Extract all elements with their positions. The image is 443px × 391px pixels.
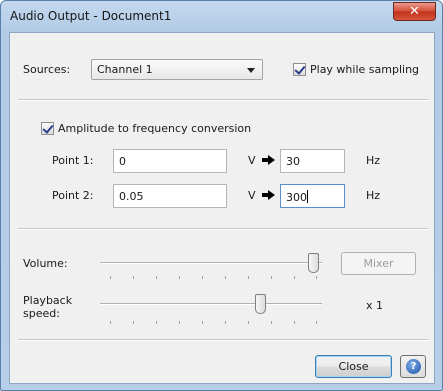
volume-tick: [225, 276, 226, 279]
speed-tick: [110, 321, 111, 324]
point-1-volt-input[interactable]: 0: [113, 149, 227, 173]
title-bar[interactable]: Audio Output - Document1 ✕: [1, 1, 442, 31]
volume-tick: [156, 276, 157, 279]
point-2-hz-value: 300: [286, 191, 307, 204]
dialog-body: Sources: Channel 1 Play while sampling A…: [9, 32, 435, 384]
point-2-hz-input[interactable]: 300: [280, 184, 345, 208]
point-2-volt-unit: V: [248, 189, 256, 202]
close-button[interactable]: Close: [315, 355, 392, 378]
point-2-label: Point 2:: [52, 189, 94, 202]
sources-label: Sources:: [23, 63, 71, 76]
speed-tick: [156, 321, 157, 324]
sources-dropdown[interactable]: Channel 1: [91, 59, 263, 80]
point-1-hz-unit: Hz: [366, 154, 381, 167]
point-2-volt-input[interactable]: 0.05: [113, 184, 227, 208]
separator-top: [18, 99, 428, 101]
speed-tick: [316, 321, 317, 324]
right-arrow-icon: [262, 190, 276, 200]
text-caret: [307, 190, 308, 203]
point-1-hz-value: 30: [286, 155, 300, 168]
speed-tick: [133, 321, 134, 324]
window-title: Audio Output - Document1: [10, 9, 172, 23]
volume-tick: [316, 276, 317, 279]
point-1-label: Point 1:: [52, 154, 94, 167]
point-1-volt-unit: V: [248, 154, 256, 167]
point-2-volt-value: 0.05: [119, 190, 144, 203]
playback-speed-slider-track[interactable]: [100, 303, 322, 305]
playback-label-line1: Playback: [23, 294, 73, 307]
volume-slider-thumb[interactable]: [308, 253, 319, 273]
separator-bottom: [18, 339, 428, 341]
point-1-hz-input[interactable]: 30: [280, 149, 345, 173]
audio-output-dialog: Audio Output - Document1 ✕ Sources: Chan…: [0, 0, 443, 391]
speed-tick: [294, 321, 295, 324]
close-icon: ✕: [409, 4, 420, 19]
window-close-button[interactable]: ✕: [393, 2, 436, 21]
volume-tick: [294, 276, 295, 279]
volume-tick: [271, 276, 272, 279]
playback-speed-multiplier: x 1: [366, 299, 384, 312]
right-arrow-icon: [262, 155, 276, 165]
amplitude-conversion-label[interactable]: Amplitude to frequency conversion: [58, 122, 251, 135]
speed-tick: [271, 321, 272, 324]
sources-selected-value: Channel 1: [97, 63, 153, 76]
speed-tick: [225, 321, 226, 324]
point-1-volt-value: 0: [119, 155, 126, 168]
volume-tick: [202, 276, 203, 279]
volume-tick: [179, 276, 180, 279]
dropdown-arrow-icon: [247, 68, 255, 73]
play-while-sampling-checkbox[interactable]: [293, 63, 306, 76]
playback-speed-slider-thumb[interactable]: [255, 294, 266, 314]
speed-tick: [248, 321, 249, 324]
amplitude-conversion-checkbox[interactable]: [41, 122, 54, 135]
volume-tick: [110, 276, 111, 279]
help-button[interactable]: ?: [400, 355, 426, 378]
speed-tick: [179, 321, 180, 324]
point-2-hz-unit: Hz: [366, 189, 381, 202]
help-icon: ?: [406, 359, 421, 374]
speed-tick: [202, 321, 203, 324]
volume-tick: [248, 276, 249, 279]
playback-label-line2: speed:: [23, 307, 60, 320]
mixer-button[interactable]: Mixer: [341, 252, 416, 275]
volume-tick: [133, 276, 134, 279]
play-while-sampling-label[interactable]: Play while sampling: [310, 63, 419, 76]
separator-middle: [18, 228, 428, 230]
volume-label: Volume:: [23, 257, 68, 270]
volume-slider-track[interactable]: [100, 262, 322, 264]
